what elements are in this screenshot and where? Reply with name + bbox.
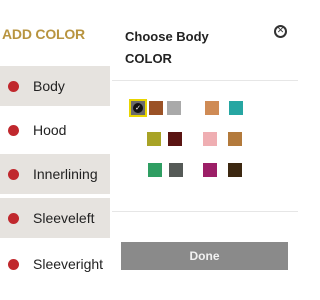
color-swatch[interactable] xyxy=(167,101,181,115)
part-label: Sleeveleft xyxy=(33,210,95,226)
color-swatch[interactable] xyxy=(229,101,243,115)
top-divider xyxy=(112,80,298,81)
color-swatch[interactable] xyxy=(205,101,219,115)
color-swatch[interactable] xyxy=(168,132,182,146)
color-swatch[interactable] xyxy=(169,163,183,177)
panel-title-line2: COLOR xyxy=(125,51,172,66)
color-swatch[interactable] xyxy=(203,163,217,177)
color-swatch[interactable] xyxy=(203,132,217,146)
part-label: Sleeveright xyxy=(33,256,104,272)
color-parts-sidebar: ADD COLOR Body Hood Innerlining Sleevele… xyxy=(0,0,110,300)
color-swatch[interactable] xyxy=(148,163,162,177)
color-swatch[interactable] xyxy=(147,132,161,146)
part-item-innerlining[interactable]: Innerlining xyxy=(0,154,110,194)
panel-title: Choose Body COLOR xyxy=(125,26,275,70)
color-swatch[interactable] xyxy=(149,101,163,115)
done-button[interactable]: Done xyxy=(121,242,288,270)
part-label: Body xyxy=(33,78,65,94)
check-icon: ✓ xyxy=(133,103,143,113)
close-icon[interactable]: ✕ xyxy=(274,25,287,38)
red-dot-icon xyxy=(8,212,19,224)
color-swatch[interactable] xyxy=(228,132,242,146)
red-dot-icon xyxy=(8,124,19,136)
part-item-sleeveleft[interactable]: Sleeveleft xyxy=(0,198,110,238)
part-label: Hood xyxy=(33,122,67,138)
part-item-hood[interactable]: Hood xyxy=(0,110,110,150)
add-color-heading: ADD COLOR xyxy=(2,26,85,42)
panel-title-line1: Choose Body xyxy=(125,29,209,44)
color-picker-panel: Choose Body COLOR ✕ ✓ Done xyxy=(110,0,300,300)
part-item-body[interactable]: Body xyxy=(0,66,110,106)
bottom-divider xyxy=(112,211,298,212)
color-swatch[interactable] xyxy=(228,163,242,177)
red-dot-icon xyxy=(8,80,19,92)
part-item-sleeveright[interactable]: Sleeveright xyxy=(0,244,110,284)
color-swatch[interactable]: ✓ xyxy=(129,99,147,117)
part-label: Innerlining xyxy=(33,166,98,182)
red-dot-icon xyxy=(8,168,19,180)
red-dot-icon xyxy=(8,258,19,270)
